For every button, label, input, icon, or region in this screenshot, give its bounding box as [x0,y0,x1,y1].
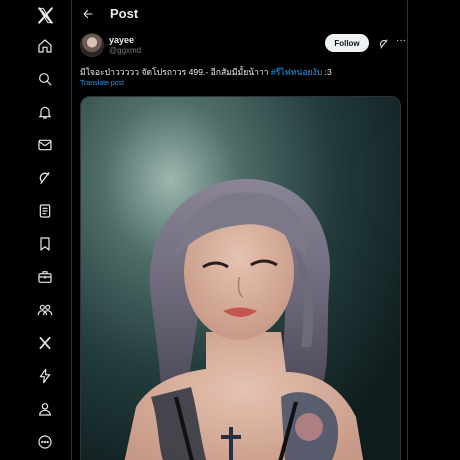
profile-icon[interactable] [28,394,62,424]
communities-icon[interactable] [28,295,62,325]
right-sidebar [408,0,460,460]
left-nav [0,0,72,460]
messages-icon[interactable] [28,130,62,160]
photo-illustration [81,97,400,460]
post-hashtag[interactable]: #รีไฟหน่อยงับ [271,67,322,77]
grok-icon[interactable] [378,37,390,49]
back-button[interactable] [78,4,98,24]
more-icon[interactable] [28,427,62,457]
app-window: Post yayee @ggxmd Follow ··· มีใจอะป่าวว… [0,0,460,460]
search-icon[interactable] [28,64,62,94]
avatar[interactable] [80,33,104,57]
post-image[interactable] [80,96,401,460]
notifications-icon[interactable] [28,97,62,127]
grok-icon[interactable] [28,163,62,193]
post-header: Post [72,0,407,28]
follow-button[interactable]: Follow [325,34,369,52]
page-title: Post [110,6,139,21]
bookmarks-icon[interactable] [28,229,62,259]
post-text-main: มีใจอะป่าววววว จัดโปรถาวร 499.- อีกสัมมี… [80,67,271,77]
author-display-name[interactable]: yayee [109,35,134,45]
translate-post-link[interactable]: Translate post [80,80,124,87]
lists-icon[interactable] [28,196,62,226]
post-text: มีใจอะป่าววววว จัดโปรถาวร 499.- อีกสัมมี… [80,66,402,78]
more-options-icon[interactable]: ··· [394,35,407,49]
arrow-left-icon [83,10,93,18]
post-text-end: :3 [322,67,332,77]
author-handle[interactable]: @ggxmd [109,46,141,55]
home-icon[interactable] [28,31,62,61]
x-logo-icon[interactable] [28,0,62,30]
post-column: Post yayee @ggxmd Follow ··· มีใจอะป่าวว… [72,0,408,460]
verified-orgs-icon[interactable] [28,361,62,391]
post-author: yayee @ggxmd Follow ··· [80,33,406,59]
premium-x-icon[interactable] [28,328,62,358]
jobs-icon[interactable] [28,262,62,292]
